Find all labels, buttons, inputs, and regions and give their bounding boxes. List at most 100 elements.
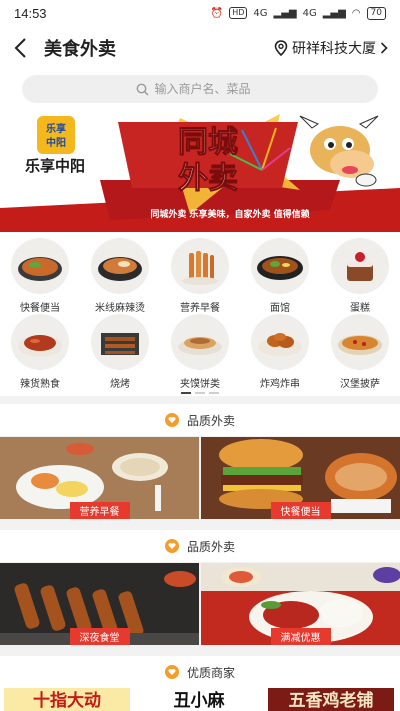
section-title-2: 品质外卖 [186,539,235,554]
category-item-6[interactable]: 辣货熟食 [0,314,80,390]
merchants-title: 优质商家 [186,665,235,680]
category-label: 米线麻辣烫 [95,303,145,314]
tile-discount[interactable]: 满减优惠 [201,563,400,645]
search-input[interactable] [154,82,265,96]
fried-chicken-icon [258,333,302,356]
tile-tag-late-night: 深夜食堂 [69,628,130,645]
battery-icon: 70 [366,6,386,20]
pager-dot-1[interactable] [181,392,191,394]
status-time: 14:53 [14,5,47,21]
category-item-5[interactable]: 蛋糕 [320,238,400,314]
category-item-8[interactable]: 夹馍饼类 [160,314,240,390]
category-label: 蛋糕 [350,303,370,314]
signal-1-label: 4G [253,7,268,19]
pager-dot-3[interactable] [209,392,219,394]
tile-late-night[interactable]: 深夜食堂 [0,563,199,645]
pizza-icon [338,335,382,355]
heart-icon [164,665,179,679]
category-icon-wrap [171,238,229,294]
page-title: 美食外卖 [44,39,116,60]
heart-icon [164,539,179,553]
heart-icon [164,413,179,427]
spicy-food-icon [18,335,62,357]
back-button[interactable] [0,26,40,70]
tile-tag-discount: 满减优惠 [270,628,331,645]
page: 14:53 ⏰ HD 4G ▂▄▆ 4G ▂▄▆ ◠ 70 美食外卖 研祥科技大… [0,0,400,711]
merchant-card-2[interactable]: 丑小麻 [136,688,262,711]
category-label: 辣货熟食 [20,379,60,390]
logo-bottom-text: 中阳 [46,136,66,149]
flatbread-icon [178,337,222,355]
category-icon-wrap [251,314,309,370]
status-bar: 14:53 ⏰ HD 4G ▂▄▆ 4G ▂▄▆ ◠ 70 [0,0,400,26]
section-header-2: 品质外卖 [0,530,400,562]
category-pager[interactable] [0,392,400,394]
signal-2-label: 4G [302,7,317,19]
category-label: 汉堡披萨 [340,379,380,390]
category-icon-wrap [171,314,229,370]
location-text: 研祥科技大厦 [292,41,376,57]
category-item-2[interactable]: 米线麻辣烫 [80,238,160,314]
merchant-card-1[interactable]: 十指大动 [4,688,130,711]
category-icon-wrap [11,314,69,370]
category-icon-wrap [91,314,149,370]
category-label: 炸鸡炸串 [260,379,300,390]
signal-2-icon: ▂▄▆ [322,7,346,19]
category-label: 快餐便当 [20,303,60,314]
location-pin-icon [274,40,288,56]
category-item-4[interactable]: 面馆 [240,238,320,314]
category-item-9[interactable]: 炸鸡炸串 [240,314,320,390]
category-grid: 快餐便当 米线麻辣烫 营养早餐 面馆 蛋糕辣货熟食 烧烤 夹馍饼类 炸鸡炸串 汉堡披萨 [0,232,400,396]
wifi-icon: ◠ [351,7,361,19]
signal-icon: ▂▄▆ [273,7,297,19]
category-label: 面馆 [270,303,290,314]
banner-slogan: 同城外卖 乐享美味，自家外卖 值得信赖 [150,208,309,220]
category-icon-wrap [11,238,69,294]
banner-headline-1: 同城 [178,125,238,160]
category-item-7[interactable]: 烧烤 [80,314,160,390]
tile-tag-fastfood: 快餐便当 [270,502,331,519]
tile-tag-breakfast: 营养早餐 [69,502,130,519]
promo-banner[interactable]: 乐享 中阳 乐享中阳 同城 外卖 同城外卖 乐享美味，自家外卖 值得信赖 [0,110,400,232]
breakfast-icon [182,251,218,285]
alarm-icon: ⏰ [210,7,224,19]
brand-name: 乐享中阳 [25,157,85,175]
category-label: 夹馍饼类 [180,379,220,390]
noodle-bowl-icon [257,256,303,280]
noodle-pot-icon [98,257,142,281]
search-icon [136,83,148,95]
section-title-1: 品质外卖 [186,413,235,428]
category-icon-wrap [91,238,149,294]
section-2-tiles: 深夜食堂 满减优惠 [0,563,400,645]
merchants-header: 优质商家 [0,656,400,688]
category-item-3[interactable]: 营养早餐 [160,238,240,314]
merchant-name-2: 丑小麻 [173,691,225,711]
category-item-10[interactable]: 汉堡披萨 [320,314,400,390]
chevron-right-icon [380,42,388,54]
pager-dot-2[interactable] [195,392,205,394]
category-list: 快餐便当 米线麻辣烫 营养早餐 面馆 蛋糕辣货熟食 烧烤 夹馍饼类 炸鸡炸串 汉堡披萨 [0,232,400,390]
tile-breakfast[interactable]: 营养早餐 [0,437,199,519]
logo-top-text: 乐享 [46,122,66,135]
merchant-card-3[interactable]: 五香鸡老铺 [268,688,394,711]
location-selector[interactable]: 研祥科技大厦 [274,38,388,58]
section-header-1: 品质外卖 [0,404,400,436]
search-box[interactable] [22,75,378,103]
category-label: 烧烤 [110,379,130,390]
merchant-name-3: 五香鸡老铺 [288,691,374,711]
cake-icon [347,252,373,281]
bbq-icon [101,333,139,355]
section-1-tiles: 营养早餐 快餐便当 [0,437,400,519]
app-header: 美食外卖 研祥科技大厦 [0,26,400,70]
banner-headline-2: 外卖 [178,161,238,196]
status-icons: ⏰ HD 4G ▂▄▆ 4G ▂▄▆ ◠ 70 [210,6,386,20]
bento-icon [18,257,62,281]
category-icon-wrap [251,238,309,294]
merchant-name-1: 十指大动 [33,691,101,711]
category-icon-wrap [331,314,389,370]
tile-fastfood[interactable]: 快餐便当 [201,437,400,519]
merchant-list: 十指大动 丑小麻 五香鸡老铺 [0,688,400,711]
search-bar [0,70,400,110]
category-item-1[interactable]: 快餐便当 [0,238,80,314]
banner-graphic: 乐享 中阳 乐享中阳 同城 外卖 同城外卖 乐享美味，自家外卖 值得信赖 [0,110,400,232]
